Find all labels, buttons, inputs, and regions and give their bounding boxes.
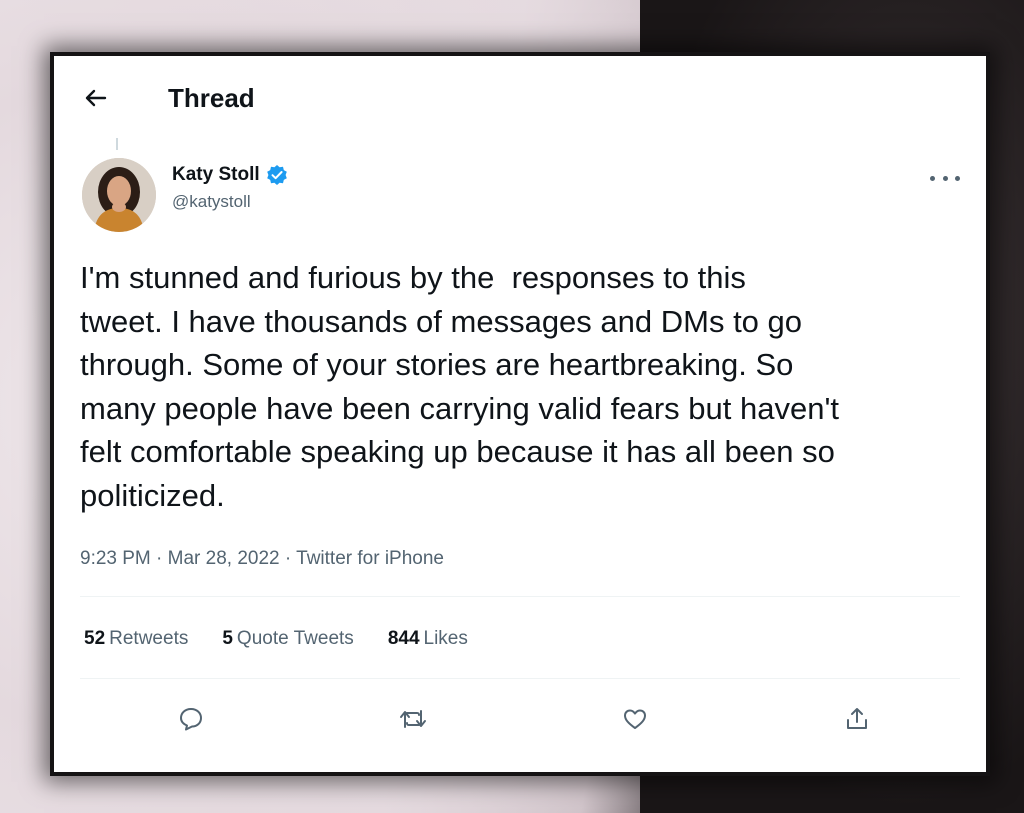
avatar[interactable] bbox=[82, 158, 156, 232]
reply-bubble-icon[interactable] bbox=[174, 702, 208, 736]
thread-connector-line bbox=[116, 138, 118, 150]
divider bbox=[80, 678, 960, 679]
dot bbox=[955, 175, 960, 181]
more-dots-icon[interactable] bbox=[930, 168, 960, 188]
tweet-meta[interactable]: 9:23 PM · Mar 28, 2022 · Twitter for iPh… bbox=[80, 548, 444, 570]
quotes-label: Quote Tweets bbox=[236, 628, 354, 649]
retweet-icon[interactable] bbox=[396, 702, 430, 736]
likes-count: 844 bbox=[387, 628, 420, 649]
retweets-count: 52 bbox=[84, 628, 106, 649]
thread-header: Thread bbox=[84, 80, 255, 116]
tweet-body: I'm stunned and furious by the responses… bbox=[80, 260, 840, 513]
quotes-stat[interactable]: 5 Quote Tweets bbox=[222, 628, 353, 650]
likes-stat[interactable]: 844 Likes bbox=[388, 628, 468, 650]
author-block: Katy Stoll @katystoll bbox=[172, 164, 288, 212]
share-icon[interactable] bbox=[840, 702, 874, 736]
author-name-row: Katy Stoll bbox=[172, 164, 288, 186]
arrow-left-icon[interactable] bbox=[84, 86, 108, 110]
author-name[interactable]: Katy Stoll bbox=[172, 164, 260, 186]
dot bbox=[942, 175, 948, 181]
author-handle[interactable]: @katystoll bbox=[172, 192, 288, 212]
tweet-card: Thread Katy Stoll @katystoll I'm stunned… bbox=[54, 56, 986, 772]
dot bbox=[930, 175, 935, 181]
retweets-stat[interactable]: 52 Retweets bbox=[84, 628, 188, 650]
retweets-label: Retweets bbox=[109, 628, 189, 649]
likes-label: Likes bbox=[423, 628, 468, 649]
page-title: Thread bbox=[168, 82, 255, 113]
heart-icon[interactable] bbox=[618, 702, 652, 736]
verified-badge-icon bbox=[266, 164, 288, 186]
tweet-stats: 52 Retweets 5 Quote Tweets 844 Likes bbox=[84, 628, 502, 650]
tweet-actions bbox=[174, 702, 874, 736]
quotes-count: 5 bbox=[222, 628, 233, 649]
divider bbox=[80, 596, 960, 597]
